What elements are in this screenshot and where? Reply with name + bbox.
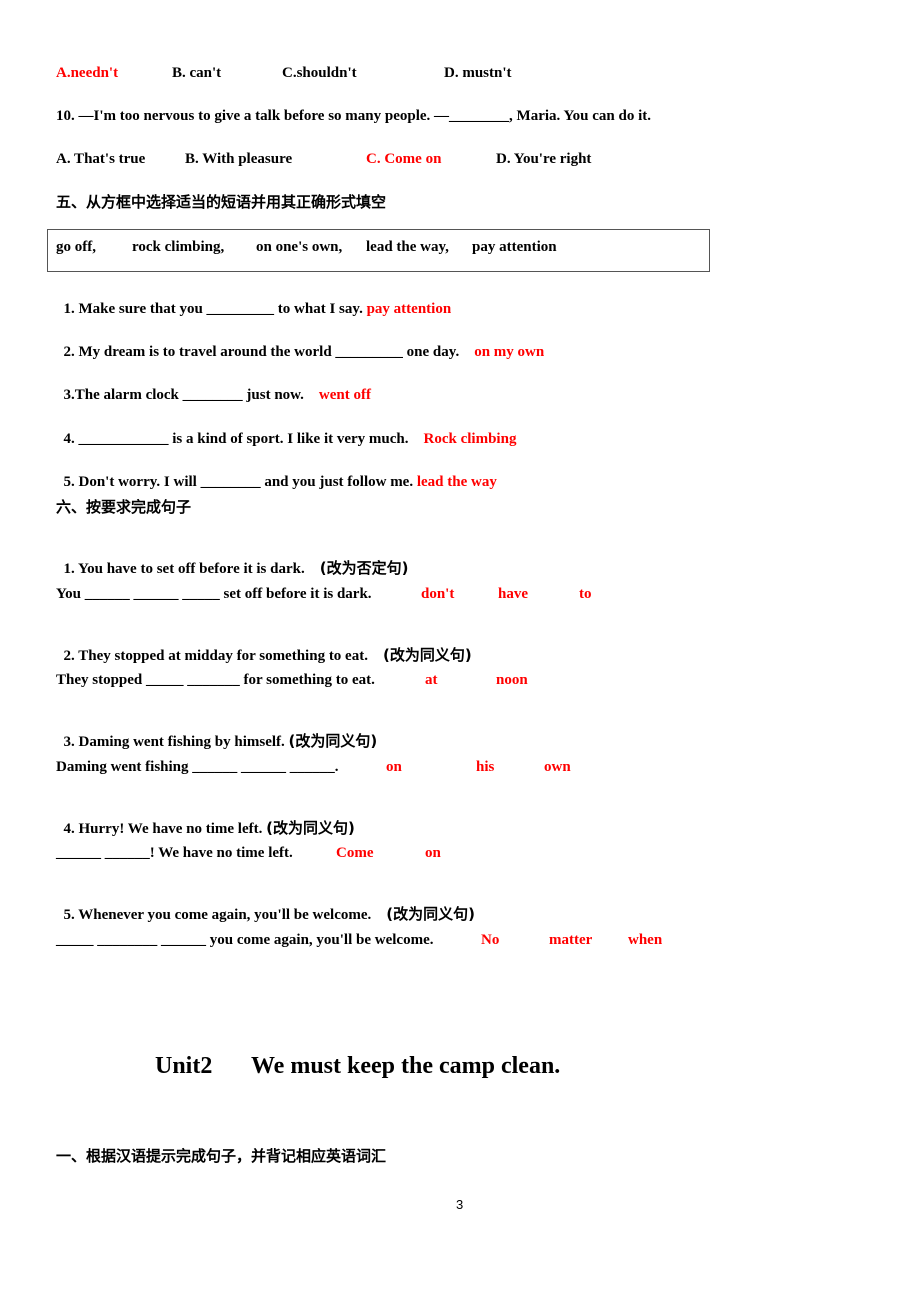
q9-option-b: B. can't	[172, 65, 222, 81]
q10-option-a: A. That's true	[56, 151, 146, 167]
section6-blank-line: _____ ________ ______ you come again, yo…	[56, 932, 434, 948]
instruction: (改为同义句)	[288, 732, 378, 750]
phrase-item: pay attention	[472, 239, 557, 255]
phrase-item: rock climbing,	[132, 239, 225, 255]
answer: have	[498, 586, 528, 602]
section6-question: 5. Whenever you come again, you'll be we…	[56, 887, 475, 924]
section5-item: 3.The alarm clock ________ just now. wen…	[56, 368, 372, 404]
answer: to	[579, 586, 592, 602]
section6-question: 4. Hurry! We have no time left. (改为同义句)	[56, 801, 355, 838]
answer: Come	[336, 845, 374, 861]
page-number: 3	[456, 1197, 464, 1212]
section6-blank-line: They stopped _____ _______ for something…	[56, 672, 375, 688]
instruction: (改为否定句)	[319, 559, 409, 577]
question-text: 4. Hurry! We have no time left.	[63, 821, 263, 837]
answer: noon	[496, 672, 528, 688]
question-text: 1. You have to set off before it is dark…	[63, 561, 305, 577]
section5-item: 1. Make sure that you _________ to what …	[56, 282, 452, 318]
question-text: 2. They stopped at midday for something …	[63, 648, 368, 664]
section6-blank-line: Daming went fishing ______ ______ ______…	[56, 759, 339, 775]
question-text: 1. Make sure that you _________ to what …	[63, 301, 363, 317]
answer: matter	[549, 932, 593, 948]
phrase-item: go off,	[56, 239, 96, 255]
question-text: 5. Don't worry. I will ________ and you …	[63, 474, 414, 490]
answer: on my own	[474, 344, 545, 360]
section5-heading: 五、从方框中选择适当的短语并用其正确形式填空	[56, 193, 387, 211]
question-text: 2. My dream is to travel around the worl…	[63, 344, 460, 360]
section5-item: 5. Don't worry. I will ________ and you …	[56, 455, 497, 491]
q9-option-d: D. mustn't	[444, 65, 512, 81]
q10-option-b: B. With pleasure	[185, 151, 293, 167]
question-text: 3. Daming went fishing by himself.	[63, 734, 285, 750]
section5-item: 4. ____________ is a kind of sport. I li…	[56, 412, 517, 448]
answer: pay attention	[366, 301, 452, 317]
instruction: (改为同义句)	[382, 646, 472, 664]
answer: No	[481, 932, 500, 948]
question-text: 5. Whenever you come again, you'll be we…	[63, 907, 372, 923]
phrase-item: lead the way,	[366, 239, 449, 255]
answer: at	[425, 672, 438, 688]
q10-stem: 10. —I'm too nervous to give a talk befo…	[56, 108, 651, 124]
answer: on	[386, 759, 402, 775]
q10-option-c: C. Come on	[366, 151, 442, 167]
unit-label: Unit2	[155, 1053, 213, 1079]
section6-question: 1. You have to set off before it is dark…	[56, 541, 409, 578]
section6-question: 2. They stopped at midday for something …	[56, 628, 472, 665]
question-text: 3.The alarm clock ________ just now.	[63, 387, 304, 403]
answer: went off	[318, 387, 371, 403]
answer: don't	[421, 586, 455, 602]
instruction: (改为同义句)	[266, 819, 355, 837]
phrase-item: on one's own,	[256, 239, 343, 255]
unit-title: We must keep the camp clean.	[251, 1053, 561, 1079]
next-section-heading: 一、根据汉语提示完成句子，并背记相应英语词汇	[56, 1147, 387, 1165]
section6-heading: 六、按要求完成句子	[56, 498, 192, 516]
q9-option-c: C.shouldn't	[282, 65, 357, 81]
answer: own	[544, 759, 571, 775]
answer: Rock climbing	[423, 431, 517, 447]
instruction: (改为同义句)	[386, 905, 475, 923]
section5-item: 2. My dream is to travel around the worl…	[56, 325, 545, 361]
answer: when	[628, 932, 663, 948]
answer: his	[476, 759, 495, 775]
section6-blank-line: You ______ ______ _____ set off before i…	[56, 586, 372, 602]
section6-blank-line: ______ ______! We have no time left.	[56, 845, 293, 861]
answer: lead the way	[416, 474, 497, 490]
question-text: 4. ____________ is a kind of sport. I li…	[63, 431, 409, 447]
answer: on	[425, 845, 441, 861]
q9-option-a: A.needn't	[56, 65, 119, 81]
q10-option-d: D. You're right	[496, 151, 592, 167]
section6-question: 3. Daming went fishing by himself. (改为同义…	[56, 714, 378, 751]
